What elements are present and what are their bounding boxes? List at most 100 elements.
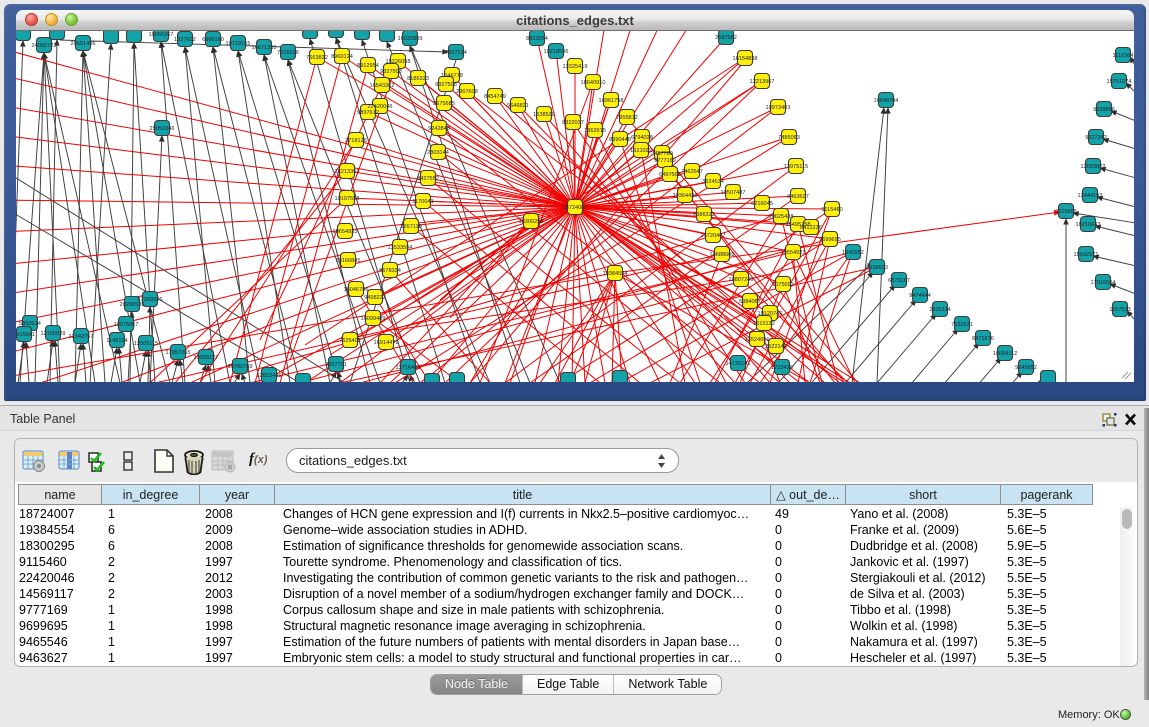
svg-text:1167533: 1167533 bbox=[1109, 307, 1130, 313]
svg-text:17359926: 17359926 bbox=[138, 297, 163, 303]
svg-text:9227342: 9227342 bbox=[1085, 135, 1107, 141]
svg-text:17016504: 17016504 bbox=[1091, 280, 1116, 286]
svg-text:9777169: 9777169 bbox=[654, 158, 676, 164]
svg-text:1615132: 1615132 bbox=[753, 321, 775, 327]
svg-text:10507487: 10507487 bbox=[721, 190, 746, 196]
svg-text:2687682: 2687682 bbox=[715, 35, 737, 41]
svg-text:6497508: 6497508 bbox=[659, 172, 681, 178]
svg-text:8912954: 8912954 bbox=[357, 63, 379, 69]
svg-text:7663822: 7663822 bbox=[306, 55, 328, 61]
svg-text:9242848: 9242848 bbox=[428, 126, 450, 132]
svg-text:1538520: 1538520 bbox=[533, 112, 555, 118]
svg-text:13716485: 13716485 bbox=[396, 365, 421, 371]
svg-text:24055723: 24055723 bbox=[32, 43, 57, 49]
svg-text:17957255: 17957255 bbox=[166, 350, 191, 356]
svg-text:1527602: 1527602 bbox=[174, 37, 196, 43]
svg-text:7955812: 7955812 bbox=[616, 115, 638, 121]
svg-text:20691406: 20691406 bbox=[71, 41, 96, 47]
svg-text:2718126: 2718126 bbox=[345, 138, 367, 144]
svg-text:19166845: 19166845 bbox=[336, 258, 361, 264]
svg-text:18640910: 18640910 bbox=[581, 80, 606, 86]
svg-text:12823446: 12823446 bbox=[257, 373, 282, 379]
svg-text:12505115: 12505115 bbox=[134, 341, 158, 347]
svg-text:8454749: 8454749 bbox=[484, 94, 506, 100]
svg-text:19218596: 19218596 bbox=[544, 49, 569, 55]
svg-text:9463627: 9463627 bbox=[787, 194, 809, 200]
svg-text:8960124: 8960124 bbox=[331, 54, 353, 60]
svg-text:12213369: 12213369 bbox=[335, 169, 360, 175]
svg-text:10120746: 10120746 bbox=[758, 311, 783, 317]
svg-text:6966160: 6966160 bbox=[202, 37, 224, 43]
svg-text:16046786: 16046786 bbox=[344, 287, 369, 293]
svg-text:16543362: 16543362 bbox=[370, 83, 395, 89]
svg-text:3915941: 3915941 bbox=[16, 332, 35, 338]
svg-text:7857224: 7857224 bbox=[445, 50, 467, 56]
svg-text:8813054: 8813054 bbox=[526, 36, 548, 42]
svg-text:16961758: 16961758 bbox=[599, 98, 624, 104]
svg-text:10107553: 10107553 bbox=[335, 196, 360, 202]
svg-text:15720407: 15720407 bbox=[701, 233, 726, 239]
svg-text:1145194: 1145194 bbox=[106, 338, 127, 344]
svg-text:9327503: 9327503 bbox=[380, 69, 402, 75]
svg-text:1621022: 1621022 bbox=[630, 148, 652, 154]
svg-text:18300295: 18300295 bbox=[519, 219, 544, 225]
svg-text:8427552: 8427552 bbox=[417, 176, 439, 182]
svg-text:19554923: 19554923 bbox=[781, 250, 806, 256]
svg-text:2967608: 2967608 bbox=[456, 89, 478, 95]
svg-text:6216045: 6216045 bbox=[751, 201, 773, 207]
svg-text:10688609: 10688609 bbox=[710, 252, 735, 258]
svg-text:10054112: 10054112 bbox=[993, 351, 1017, 357]
svg-text:2386322: 2386322 bbox=[693, 212, 715, 218]
svg-text:3675685: 3675685 bbox=[433, 101, 455, 107]
svg-text:15751074: 15751074 bbox=[1107, 79, 1132, 85]
svg-text:12342757: 12342757 bbox=[69, 334, 94, 340]
svg-text:9857791: 9857791 bbox=[325, 362, 347, 368]
svg-text:3457789: 3457789 bbox=[651, 151, 673, 157]
svg-text:7485063: 7485063 bbox=[778, 135, 800, 141]
svg-text:8186323: 8186323 bbox=[407, 76, 429, 82]
svg-text:9897612: 9897612 bbox=[357, 110, 379, 116]
svg-text:6794028: 6794028 bbox=[631, 135, 653, 141]
svg-text:7625402: 7625402 bbox=[339, 338, 361, 344]
svg-text:16648784: 16648784 bbox=[874, 98, 899, 104]
svg-text:16210643: 16210643 bbox=[1076, 222, 1101, 228]
svg-text:10655267: 10655267 bbox=[149, 32, 174, 38]
svg-text:16154838: 16154838 bbox=[733, 56, 758, 62]
svg-text:1546778: 1546778 bbox=[441, 73, 463, 79]
svg-text:3267110: 3267110 bbox=[400, 224, 421, 230]
svg-text:8678334: 8678334 bbox=[379, 268, 401, 274]
svg-text:5350614: 5350614 bbox=[19, 321, 41, 327]
svg-text:9329966: 9329966 bbox=[1093, 107, 1115, 113]
svg-text:13533594: 13533594 bbox=[388, 245, 413, 251]
svg-text:8938923: 8938923 bbox=[866, 265, 888, 271]
svg-text:10025438: 10025438 bbox=[769, 214, 794, 220]
svg-text:14136141: 14136141 bbox=[726, 361, 751, 367]
svg-text:5984067: 5984067 bbox=[739, 299, 761, 305]
svg-text:10973403: 10973403 bbox=[766, 105, 791, 111]
svg-text:16914479: 16914479 bbox=[374, 340, 399, 346]
svg-text:15692971: 15692971 bbox=[1074, 252, 1099, 258]
svg-text:8990448: 8990448 bbox=[609, 137, 631, 143]
svg-text:8412236: 8412236 bbox=[800, 225, 822, 231]
svg-text:3215955: 3215955 bbox=[1055, 209, 1077, 215]
svg-text:10975867: 10975867 bbox=[114, 322, 139, 328]
svg-text:16671355: 16671355 bbox=[252, 45, 277, 51]
svg-text:12444193: 12444193 bbox=[1078, 193, 1103, 199]
svg-text:13524651: 13524651 bbox=[745, 337, 770, 343]
svg-text:9498222: 9498222 bbox=[364, 295, 386, 301]
svg-text:9646821: 9646821 bbox=[507, 103, 529, 109]
svg-text:2522146: 2522146 bbox=[765, 344, 787, 350]
svg-text:9115460: 9115460 bbox=[821, 207, 842, 213]
svg-text:19384554: 19384554 bbox=[603, 271, 628, 277]
svg-text:2935114: 2935114 bbox=[929, 307, 950, 313]
svg-text:10958127: 10958127 bbox=[194, 355, 219, 361]
svg-text:1170041: 1170041 bbox=[412, 199, 433, 205]
svg-text:18807249: 18807249 bbox=[729, 277, 754, 283]
svg-text:7515526: 7515526 bbox=[277, 50, 299, 56]
svg-text:29053346: 29053346 bbox=[150, 126, 175, 132]
svg-text:19654933: 19654933 bbox=[333, 229, 358, 235]
svg-text:7462647: 7462647 bbox=[681, 169, 703, 175]
svg-text:12213967: 12213967 bbox=[750, 79, 775, 85]
svg-text:9474444: 9474444 bbox=[909, 293, 931, 299]
svg-text:13325419: 13325419 bbox=[563, 64, 588, 70]
